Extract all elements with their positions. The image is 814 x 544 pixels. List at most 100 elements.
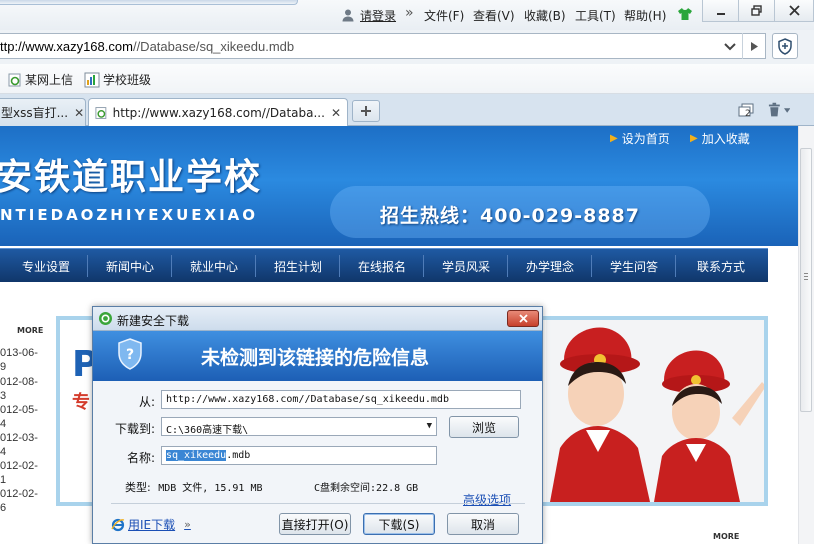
tab-list-button[interactable]: 2 xyxy=(738,103,756,119)
login-link[interactable]: 请登录 xyxy=(360,7,396,24)
cancel-button[interactable]: 取消 xyxy=(447,513,519,535)
nav-divider xyxy=(339,255,340,277)
close-icon xyxy=(518,314,528,323)
add-favorite-link[interactable]: ▶ 加入收藏 xyxy=(690,130,750,147)
name-label: 名称: xyxy=(126,451,155,465)
360-logo-icon xyxy=(99,312,112,325)
tab-database-url[interactable]: http://www.xazy168.com//Databa... ✕ xyxy=(88,98,348,127)
advanced-options-link[interactable]: 高级选项 xyxy=(463,491,511,508)
class-chart-icon xyxy=(84,72,100,87)
browse-button[interactable]: 浏览 xyxy=(449,416,519,438)
dialog-close-button[interactable] xyxy=(507,310,539,327)
school-name: 安铁道职业学校 xyxy=(0,157,263,198)
news-date: 012-02- 1 xyxy=(0,460,38,486)
security-shield-button[interactable] xyxy=(772,33,798,59)
close-icon[interactable]: ✕ xyxy=(325,106,341,120)
chevron-down-icon: » xyxy=(184,518,191,531)
more-chevron-icon[interactable]: » xyxy=(405,5,414,21)
security-shield-icon: ? xyxy=(118,338,142,370)
arrow-icon: ▶ xyxy=(610,133,618,144)
nav-item[interactable]: 联系方式 xyxy=(697,258,745,275)
close-icon[interactable]: ✕ xyxy=(68,106,84,120)
menu-favorites[interactable]: 收藏(B) xyxy=(524,7,566,24)
nav-item[interactable]: 学生问答 xyxy=(610,258,658,275)
chevron-down-icon xyxy=(724,43,736,51)
trash-icon xyxy=(768,102,780,117)
download-with-ie-link[interactable]: 用IE下载 » xyxy=(111,516,191,533)
news-date: 012-03- 4 xyxy=(0,432,38,458)
page-e-icon xyxy=(95,107,107,119)
free-disk-space: C盘剩余空间:22.8 GB xyxy=(314,483,419,494)
address-bar: ttp://www.xazy168.com//Database/sq_xikee… xyxy=(0,30,814,64)
news-date: 012-02- 6 xyxy=(0,488,38,514)
menu-help[interactable]: 帮助(H) xyxy=(624,7,666,24)
tab-label: 型xss盲打... xyxy=(1,106,69,120)
tab-label: http://www.xazy168.com//Databa... xyxy=(112,106,325,120)
url-input[interactable]: ttp://www.xazy168.com//Database/sq_xikee… xyxy=(0,33,766,59)
nav-item[interactable]: 新闻中心 xyxy=(106,258,154,275)
more-link[interactable]: MORE xyxy=(17,326,43,335)
dialog-title-bar[interactable]: 新建安全下载 xyxy=(93,307,542,331)
news-date: 012-05- 4 xyxy=(0,404,38,430)
tab-count-badge: 2 xyxy=(745,109,751,119)
minimize-button[interactable] xyxy=(702,0,739,22)
nav-item[interactable]: 在线报名 xyxy=(358,258,406,275)
skin-shirt-icon[interactable] xyxy=(677,7,693,21)
minimize-icon xyxy=(716,12,725,15)
top-link-label: 加入收藏 xyxy=(701,132,750,146)
url-history-dropdown[interactable] xyxy=(720,37,740,57)
photo-red-text: 专 xyxy=(72,392,90,413)
nav-divider xyxy=(591,255,592,277)
destination-value: C:\360高速下载\ xyxy=(166,425,249,436)
flight-attendant-image xyxy=(546,320,764,502)
more-link[interactable]: MORE xyxy=(713,532,739,541)
url-host: ttp://www.xazy168.com xyxy=(0,39,133,54)
from-label: 从: xyxy=(138,395,155,409)
file-info-line: 类型: MDB 文件, 15.91 MB C盘剩余空间:22.8 GB xyxy=(125,479,418,495)
news-date: 012-08- 3 xyxy=(0,376,38,402)
maximize-button[interactable] xyxy=(738,0,775,22)
site-nav: 专业设置 新闻中心 就业中心 招生计划 在线报名 学员风采 办学理念 学生问答 … xyxy=(0,248,768,282)
nav-divider xyxy=(171,255,172,277)
favorite-label: 学校班级 xyxy=(103,73,152,87)
new-tab-button[interactable] xyxy=(352,100,380,122)
nav-divider xyxy=(255,255,256,277)
enrollment-hotline: 招生热线：400-029-8887 xyxy=(380,205,640,227)
recycle-bin-button[interactable] xyxy=(768,101,790,119)
download-button[interactable]: 下载(S) xyxy=(363,513,435,535)
source-url-field[interactable]: http://www.xazy168.com//Database/sq_xike… xyxy=(161,390,521,409)
nav-divider xyxy=(423,255,424,277)
nav-item[interactable]: 专业设置 xyxy=(22,258,70,275)
svg-text:?: ? xyxy=(126,347,134,363)
menu-view[interactable]: 查看(V) xyxy=(473,7,515,24)
download-dialog: 新建安全下载 ? 未检测到该链接的危险信息 从: http://www.xazy… xyxy=(92,306,543,544)
close-window-button[interactable] xyxy=(774,0,814,22)
menu-file[interactable]: 文件(F) xyxy=(424,7,464,24)
title-bar: 请登录 » 文件(F) 查看(V) 收藏(B) 工具(T) 帮助(H) xyxy=(0,0,814,30)
nav-item[interactable]: 办学理念 xyxy=(526,258,574,275)
tab-bar: 型xss盲打... ✕ http://www.xazy168.com//Data… xyxy=(0,94,814,127)
filename-selected-text: sq_xikeedu xyxy=(166,450,227,461)
close-icon xyxy=(788,5,800,16)
scrollbar-thumb[interactable] xyxy=(800,148,812,412)
file-type-size: MDB 文件, 15.91 MB xyxy=(158,483,263,494)
tab-xss[interactable]: 型xss盲打... ✕ xyxy=(0,98,86,126)
destination-select[interactable]: C:\360高速下载\ ▼ xyxy=(161,417,437,436)
nav-item[interactable]: 招生计划 xyxy=(274,258,322,275)
nav-item[interactable]: 学员风采 xyxy=(442,258,490,275)
favorite-label: 某网上信 xyxy=(25,73,74,87)
favorite-item[interactable]: 某网上信 xyxy=(8,71,73,88)
set-homepage-link[interactable]: ▶ 设为首页 xyxy=(610,130,670,147)
restore-icon xyxy=(751,5,762,16)
favorite-item[interactable]: 学校班级 xyxy=(84,71,151,88)
site-banner: ▶ 设为首页 ▶ 加入收藏 安铁道职业学校 NTIEDAOZHIYEXUEXIA… xyxy=(0,126,798,246)
go-button[interactable] xyxy=(742,33,766,59)
user-icon xyxy=(341,8,355,22)
favorites-bar: 某网上信 学校班级 xyxy=(0,64,814,94)
menu-tools[interactable]: 工具(T) xyxy=(575,7,616,24)
dialog-heading: 未检测到该链接的危险信息 xyxy=(201,347,430,369)
filename-input[interactable]: sq_xikeedu.mdb xyxy=(161,446,437,465)
nav-item[interactable]: 就业中心 xyxy=(190,258,238,275)
open-directly-button[interactable]: 直接打开(O) xyxy=(279,513,351,535)
destination-label: 下载到: xyxy=(114,422,155,436)
